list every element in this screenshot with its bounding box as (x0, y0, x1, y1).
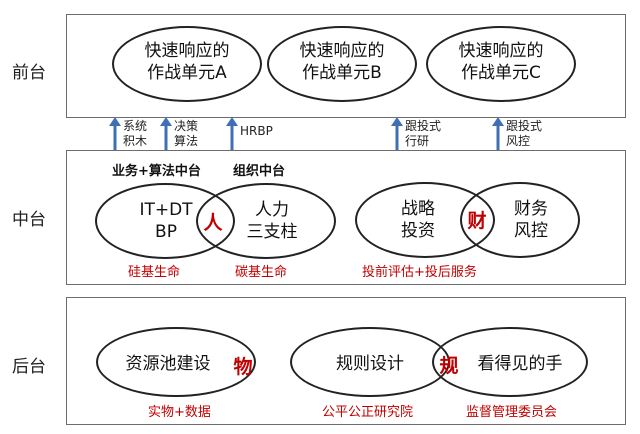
key-ren: 人 (203, 212, 223, 234)
arrow-label-5: 跟投式 风控 (506, 119, 543, 148)
hr-text: 人力 三支柱 (246, 200, 298, 242)
heading-business-algorithm: 业务+算法中台 (112, 164, 201, 179)
arrow-label-3: HRBP (240, 124, 273, 138)
arrow-label-1: 系统 积木 (123, 119, 148, 148)
label-invest: 投前评估+投后服务 (362, 265, 477, 280)
arrow-head-2 (160, 117, 172, 126)
label-committee: 监督管理委员会 (466, 405, 558, 420)
strategy-text: 战略 投资 (401, 199, 435, 241)
arrow-head-3 (226, 117, 238, 126)
label-institute: 公平公正研究院 (322, 405, 414, 420)
arrow-label-4: 跟投式 行研 (405, 119, 442, 148)
key-cai: 财 (467, 210, 487, 232)
arrow-head-4 (391, 117, 403, 126)
arrow-head-5 (492, 117, 504, 126)
heading-organization: 组织中台 (233, 164, 286, 179)
itdt-text: IT+DT BP (139, 200, 193, 242)
key-gui: 规 (439, 355, 459, 377)
key-wu: 物 (233, 356, 253, 378)
label-silicon: 硅基生命 (128, 265, 181, 280)
visible-hand-text: 看得见的手 (477, 354, 563, 374)
finance-text: 财务 风控 (514, 199, 548, 241)
resource-text: 资源池建设 (125, 354, 211, 374)
arrow-label-2: 决策 算法 (174, 119, 199, 148)
label-material: 实物+数据 (148, 405, 211, 420)
rule-text: 规则设计 (336, 354, 404, 374)
arrow-head-1 (109, 117, 121, 126)
label-carbon: 碳基生命 (235, 265, 288, 280)
